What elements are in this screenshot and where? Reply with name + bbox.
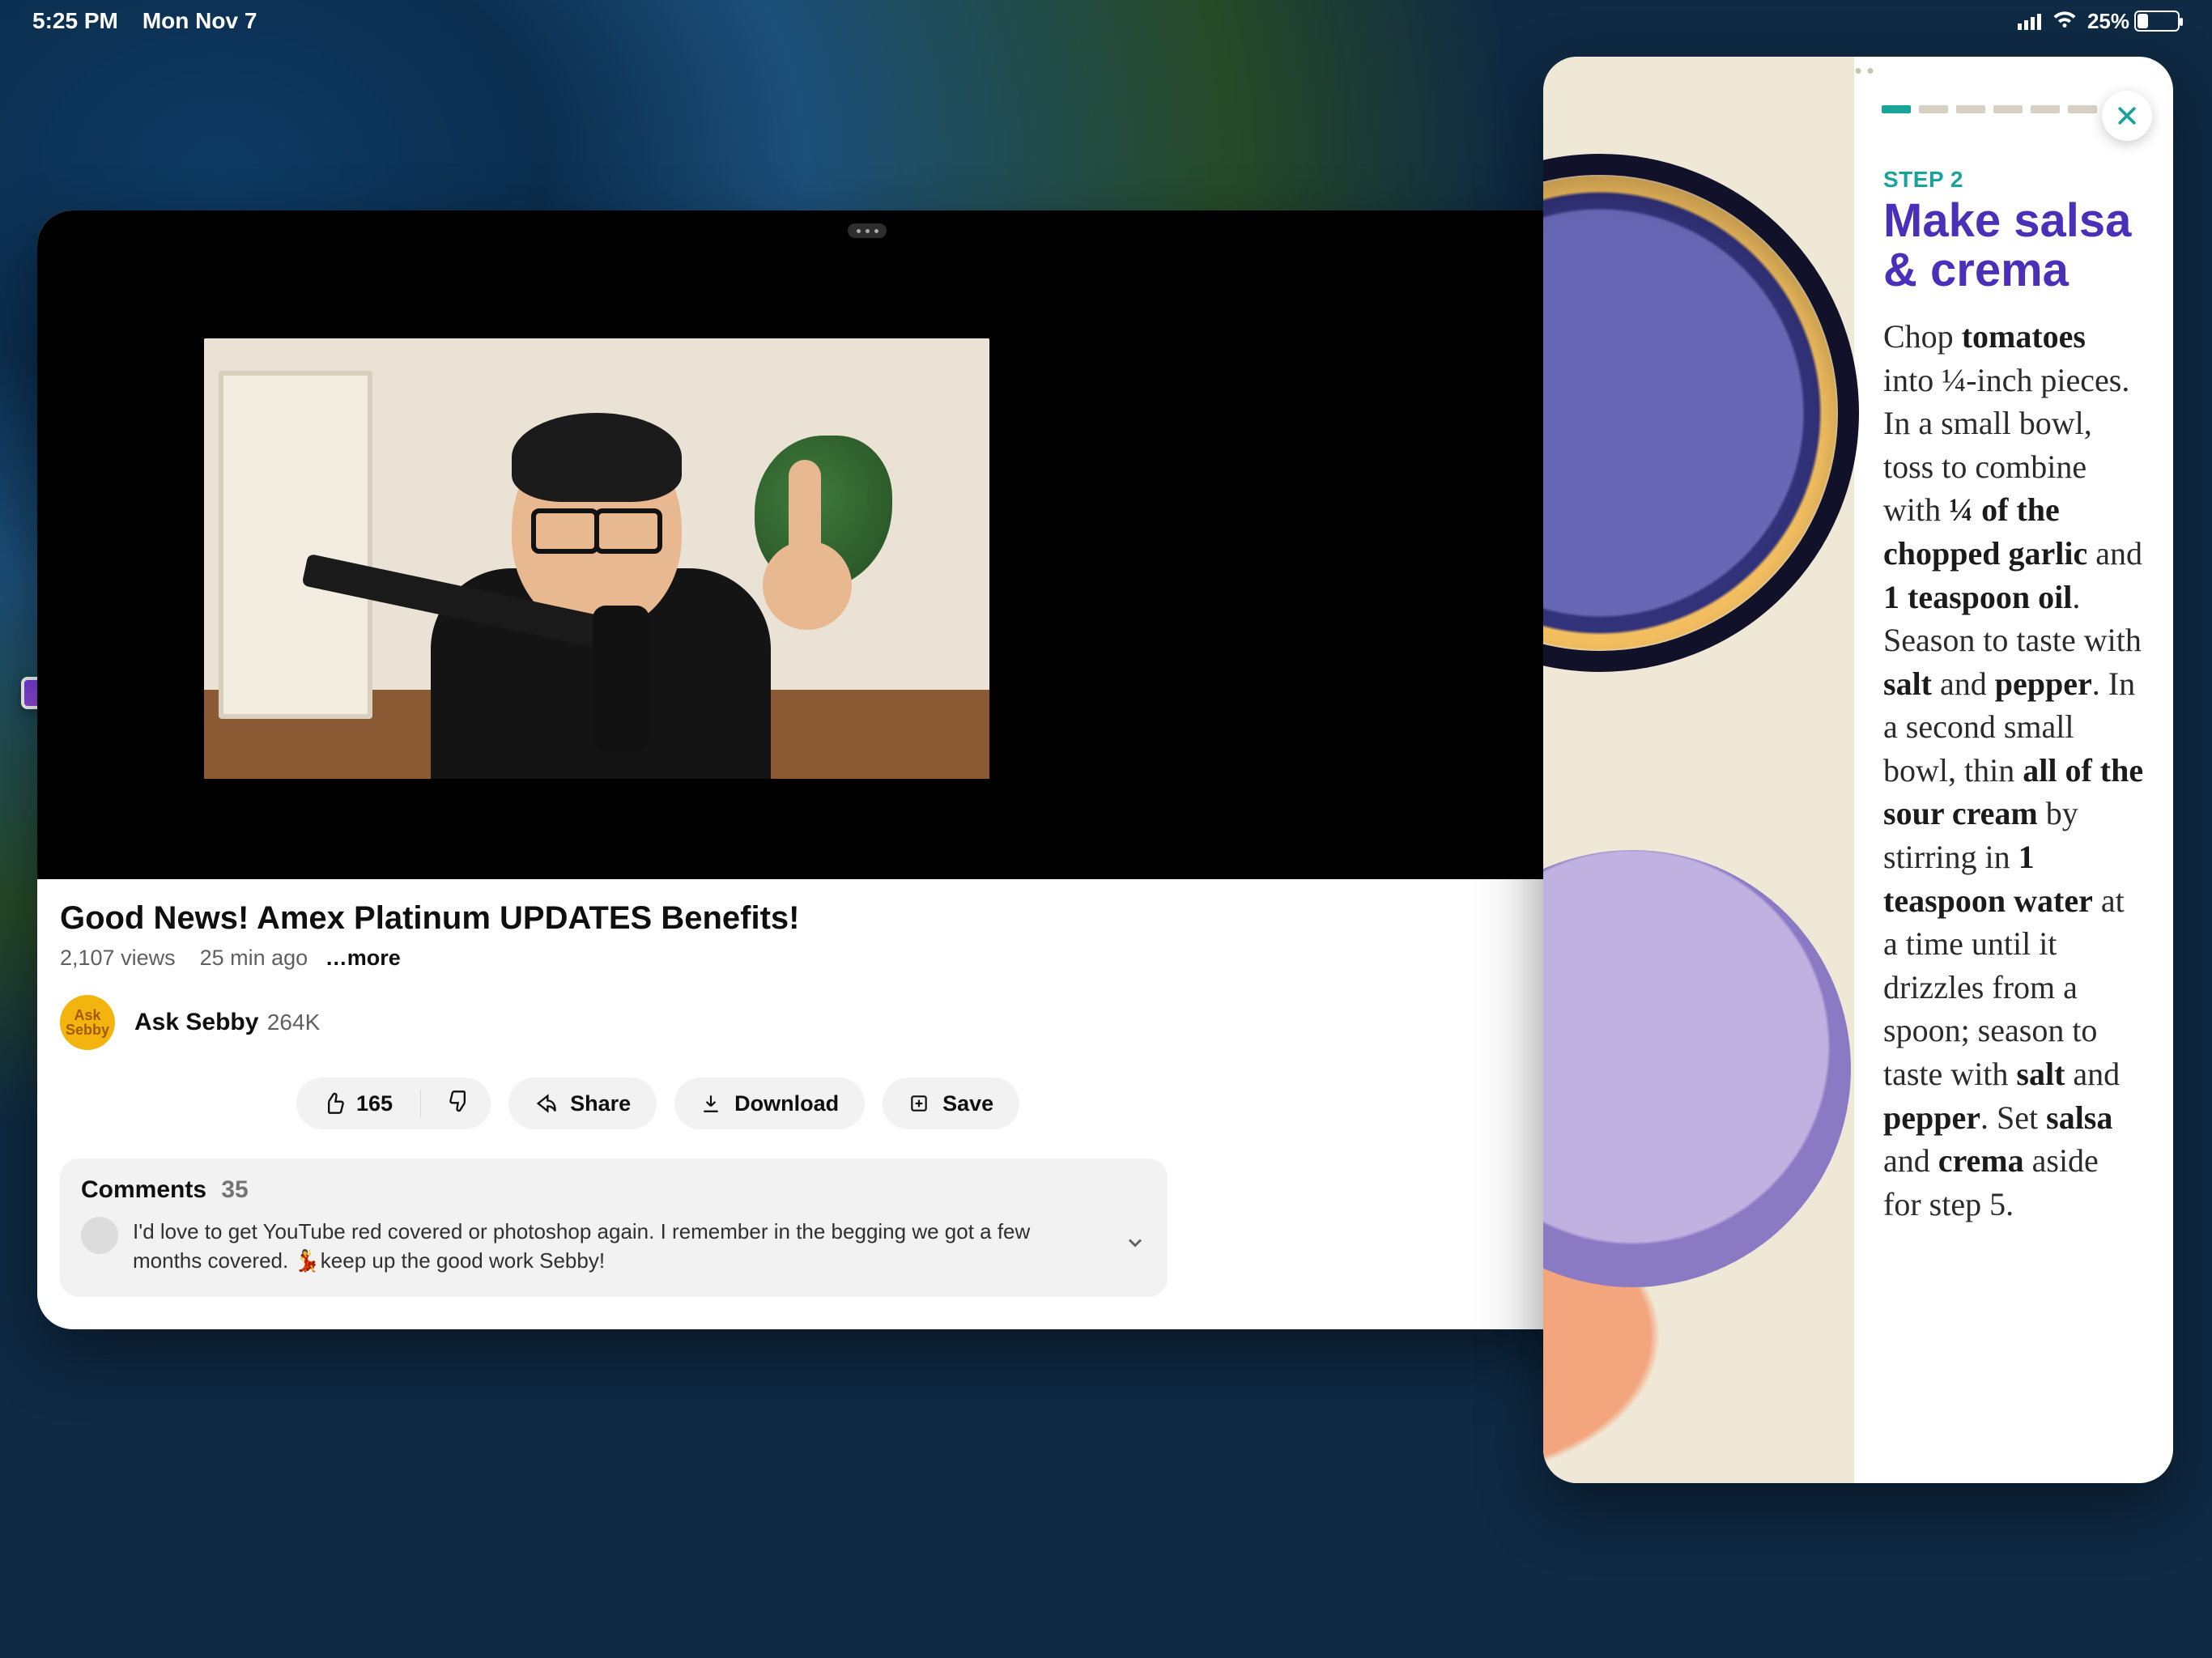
status-bar: 5:25 PM Mon Nov 7 25% xyxy=(0,0,2212,42)
video-app-window: Good News! Amex Platinum UPDATES Benefit… xyxy=(37,210,1697,1329)
chevron-down-icon xyxy=(1124,1231,1146,1254)
expand-comments-button[interactable] xyxy=(1124,1231,1146,1258)
step-title: Make salsa & crema xyxy=(1883,196,2144,295)
status-date: Mon Nov 7 xyxy=(143,8,257,34)
like-count: 165 xyxy=(356,1091,393,1116)
save-icon xyxy=(908,1093,929,1114)
top-comment-text: I'd love to get YouTube red covered or p… xyxy=(133,1217,1088,1276)
like-button[interactable]: 165 xyxy=(322,1091,393,1116)
description-more-button[interactable]: …more xyxy=(325,946,401,970)
status-time: 5:25 PM xyxy=(32,8,118,34)
channel-subscribers: 264K xyxy=(267,1010,320,1035)
window-drag-handle-icon[interactable] xyxy=(848,223,887,238)
video-player[interactable] xyxy=(37,210,1697,879)
save-label: Save xyxy=(942,1091,993,1116)
download-label: Download xyxy=(734,1091,839,1116)
download-icon xyxy=(700,1093,721,1114)
thumbs-up-icon xyxy=(322,1092,345,1115)
battery-percent: 25% xyxy=(2087,9,2129,34)
close-button[interactable] xyxy=(2102,91,2152,141)
cellular-icon xyxy=(2018,12,2042,30)
video-subline: 2,107 views 25 min ago …more xyxy=(60,946,1674,971)
save-button[interactable]: Save xyxy=(883,1078,1019,1129)
recipe-app-window: STEP 2 Make salsa & crema Chop tomatoes … xyxy=(1543,57,2173,1483)
video-frame xyxy=(204,338,989,779)
step-instructions: Chop tomatoes into ¼-inch pieces. In a s… xyxy=(1883,315,2144,1226)
share-label: Share xyxy=(570,1091,631,1116)
channel-name[interactable]: Ask Sebby xyxy=(134,1009,258,1035)
battery-icon xyxy=(2134,11,2180,32)
share-icon xyxy=(534,1092,557,1115)
like-dislike-chip: 165 xyxy=(296,1078,491,1129)
comments-count: 35 xyxy=(221,1176,248,1203)
video-actions: 165 Share Download Save xyxy=(37,1050,1697,1129)
video-views: 2,107 views xyxy=(60,946,176,970)
comments-label: Comments xyxy=(81,1176,206,1203)
thumbs-down-icon xyxy=(449,1090,471,1112)
dislike-button[interactable] xyxy=(449,1090,471,1118)
recipe-illustration xyxy=(1543,57,1854,1483)
channel-avatar[interactable]: Ask Sebby xyxy=(60,995,115,1050)
battery-indicator: 25% xyxy=(2087,9,2180,34)
video-title: Good News! Amex Platinum UPDATES Benefit… xyxy=(60,899,1674,937)
share-button[interactable]: Share xyxy=(508,1078,657,1129)
commenter-avatar xyxy=(81,1217,118,1254)
close-icon xyxy=(2115,104,2139,128)
download-button[interactable]: Download xyxy=(674,1078,865,1129)
video-age: 25 min ago xyxy=(200,946,308,970)
step-progress xyxy=(1882,105,2097,113)
comments-panel[interactable]: Comments 35 I'd love to get YouTube red … xyxy=(60,1158,1168,1297)
step-label: STEP 2 xyxy=(1883,167,2144,193)
wifi-icon xyxy=(2052,11,2078,31)
